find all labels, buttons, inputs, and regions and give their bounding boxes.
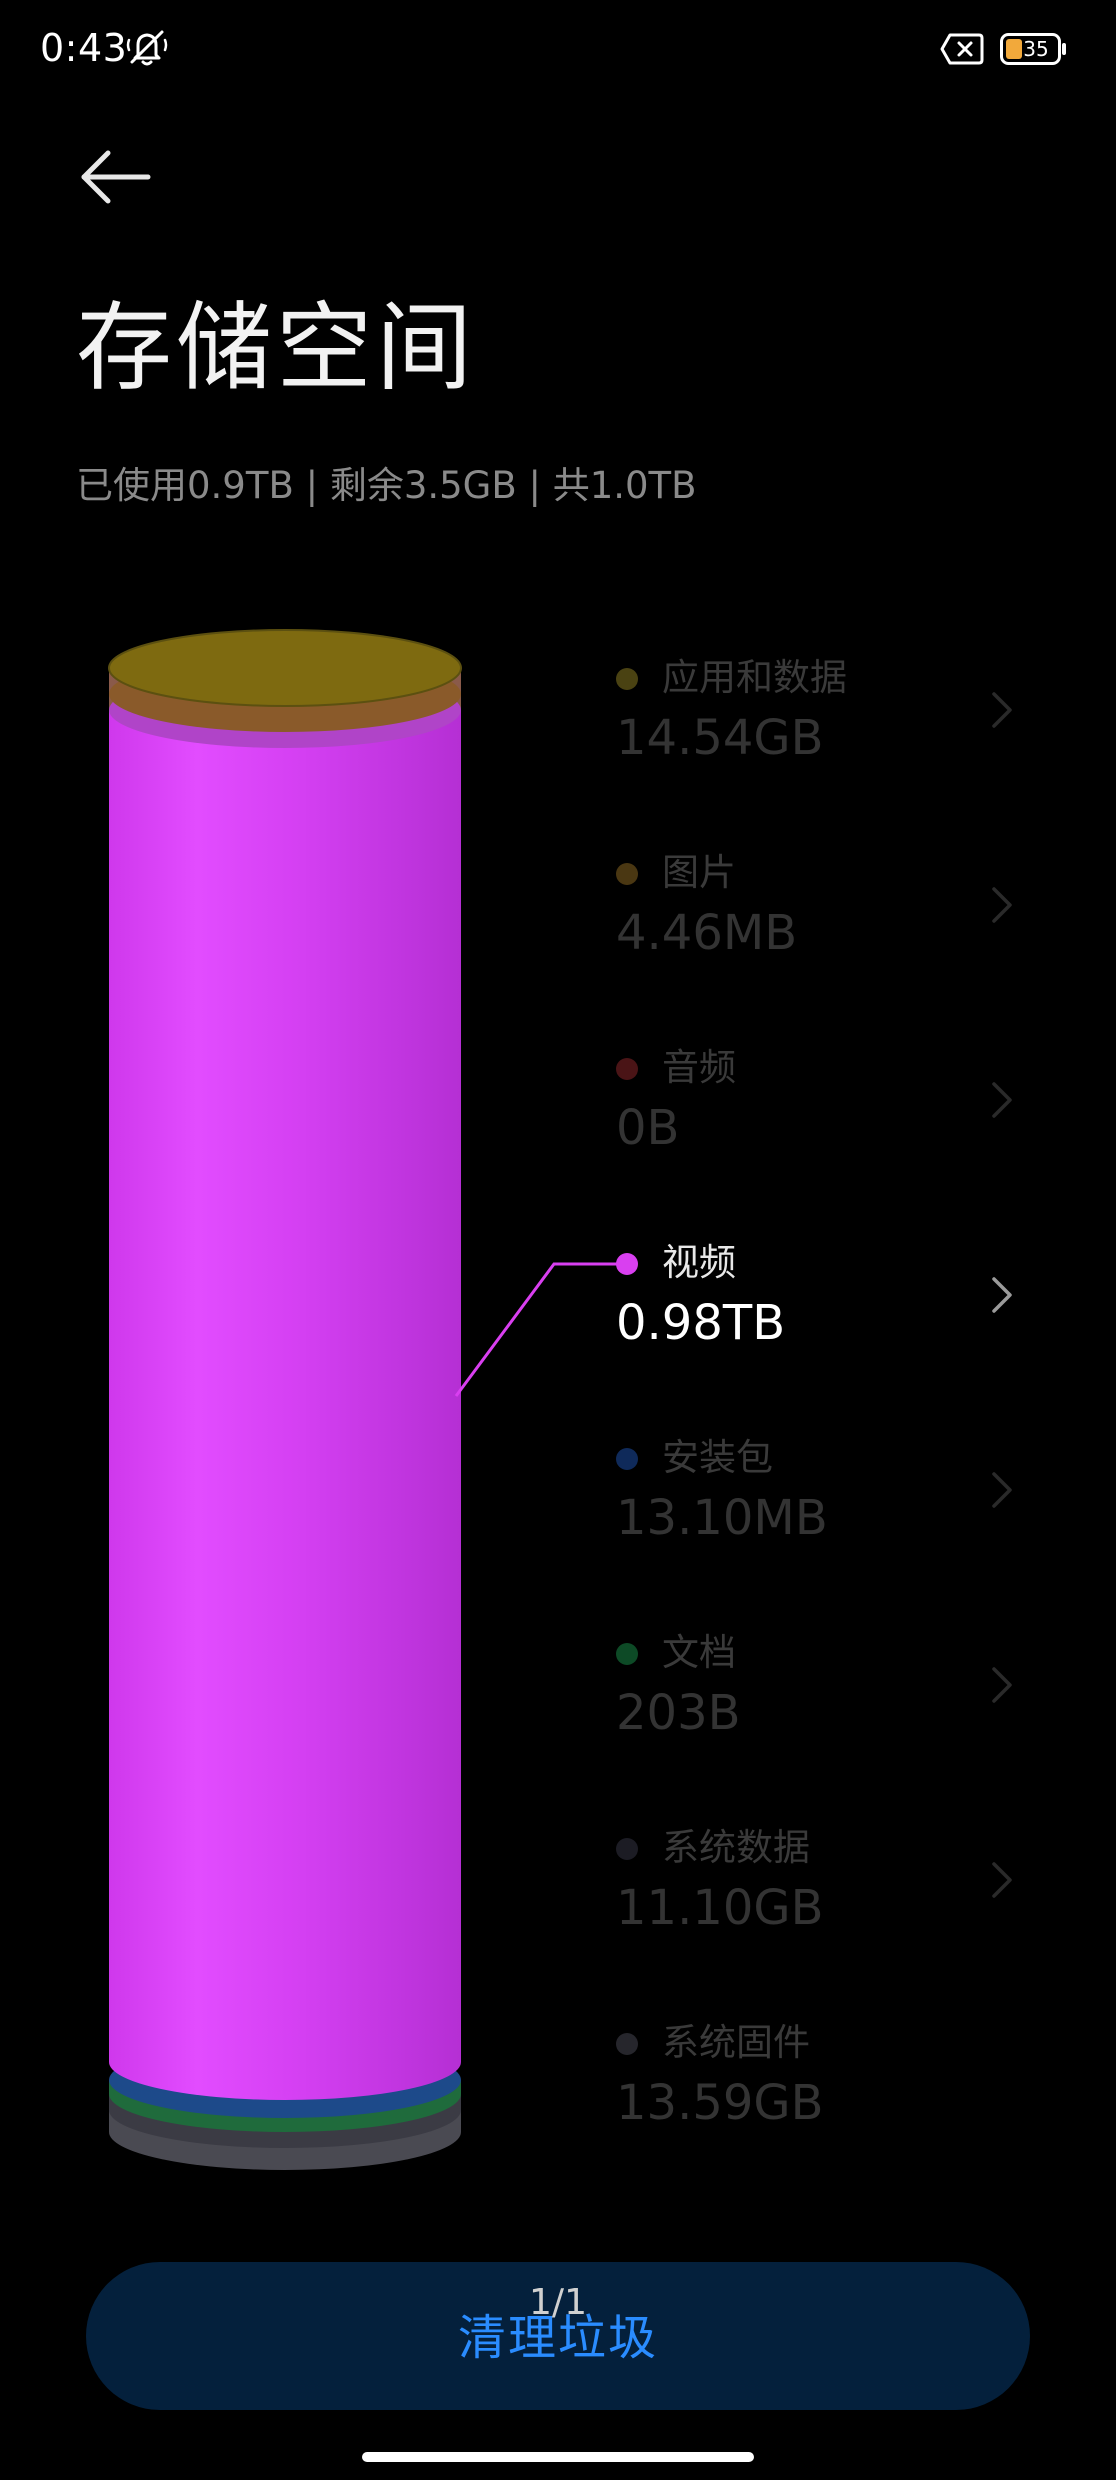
category-dot [616,668,638,690]
category-dot [616,1058,638,1080]
category-size: 11.10GB [616,1880,824,1936]
category-size: 0B [616,1100,680,1156]
category-documents[interactable]: 文档 203B [600,1615,1030,1765]
category-system-firmware[interactable]: 系统固件 13.59GB [600,2005,1030,2155]
category-name: 系统固件 [662,2021,810,2064]
close-box-icon [940,33,984,65]
category-system-data[interactable]: 系统数据 11.10GB [600,1810,1030,1960]
category-dot [616,1253,638,1275]
storage-cylinder [108,629,462,2170]
category-dot [616,1448,638,1470]
category-size: 14.54GB [616,710,824,766]
category-video[interactable]: 视频 0.98TB [600,1225,1030,1375]
category-apps-data[interactable]: 应用和数据 14.54GB [600,640,1030,790]
bell-off-icon [126,30,168,66]
chevron-right-icon [992,1472,1012,1508]
category-apk[interactable]: 安装包 13.10MB [600,1420,1030,1570]
status-time: 0:43 [40,26,128,70]
storage-summary: 已使用0.9TB | 剩余3.5GB | 共1.0TB [76,464,697,507]
category-name: 文档 [662,1631,736,1674]
category-name: 音频 [662,1046,736,1089]
chevron-right-icon [992,1082,1012,1118]
home-indicator[interactable] [362,2452,754,2462]
category-name: 应用和数据 [662,656,847,699]
cylinder-layer-video-bottom [109,2024,461,2100]
category-audio[interactable]: 音频 0B [600,1030,1030,1180]
category-name: 图片 [662,851,736,894]
category-size: 4.46MB [616,905,798,961]
category-dot [616,2033,638,2055]
category-dot [616,863,638,885]
back-button[interactable] [76,140,162,214]
arrow-left-icon [81,150,151,204]
chevron-right-icon [992,1667,1012,1703]
category-size: 203B [616,1685,741,1741]
page-title: 存储空间 [76,292,476,404]
status-bar: 0:43 35 [0,0,1116,100]
battery-level: 35 [1023,37,1049,61]
category-name: 安装包 [662,1436,773,1479]
category-name: 视频 [662,1241,736,1284]
category-name: 系统数据 [662,1826,810,1869]
chevron-right-icon [992,692,1012,728]
category-size: 13.10MB [616,1490,828,1546]
chevron-right-icon [992,1862,1012,1898]
category-size: 0.98TB [616,1295,786,1351]
category-dot [616,1838,638,1860]
chevron-right-icon [992,1277,1012,1313]
category-photos[interactable]: 图片 4.46MB [600,835,1030,985]
category-dot [616,1643,638,1665]
cylinder-layer-video [109,710,461,2062]
page-indicator: 1/1 [529,2282,587,2323]
chevron-right-icon [992,887,1012,923]
category-size: 13.59GB [616,2075,824,2131]
